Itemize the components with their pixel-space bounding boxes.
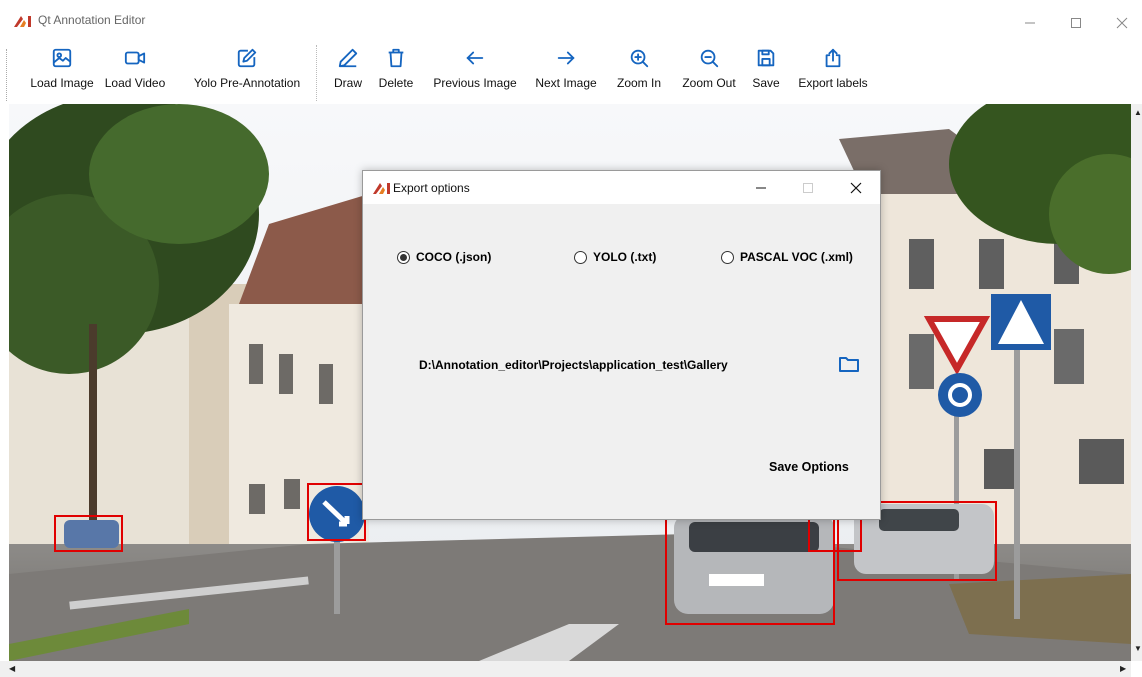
share-export-icon bbox=[825, 48, 841, 68]
next-image-button[interactable]: Next Image bbox=[533, 43, 599, 101]
app-logo-icon bbox=[373, 183, 390, 194]
radio-pascal-voc-label: PASCAL VOC (.xml) bbox=[740, 250, 853, 264]
toolbar-grip[interactable] bbox=[6, 49, 10, 101]
dialog-minimize-button[interactable] bbox=[741, 173, 781, 203]
video-icon bbox=[124, 51, 146, 65]
export-path: D:\Annotation_editor\Projects\applicatio… bbox=[419, 358, 728, 372]
scroll-right-arrow-icon[interactable]: ▶ bbox=[1120, 664, 1126, 673]
edit-square-icon bbox=[237, 48, 257, 68]
vertical-scrollbar[interactable]: ▲ ▼ bbox=[1131, 104, 1142, 661]
close-icon bbox=[850, 182, 862, 194]
maximize-icon bbox=[803, 183, 813, 193]
load-video-label: Load Video bbox=[104, 76, 166, 90]
minimize-icon bbox=[1025, 22, 1035, 24]
yolo-pre-annotation-label: Yolo Pre-Annotation bbox=[193, 76, 301, 90]
radio-button[interactable] bbox=[397, 250, 410, 264]
radio-coco-label: COCO (.json) bbox=[416, 250, 492, 264]
draw-label: Draw bbox=[333, 76, 362, 90]
main-window: Qt Annotation Editor Load Image Load Vid… bbox=[0, 0, 1142, 677]
draw-button[interactable]: Draw bbox=[330, 43, 366, 101]
zoom-in-label: Zoom In bbox=[616, 76, 661, 90]
radio-coco[interactable]: COCO (.json) bbox=[397, 250, 491, 264]
radio-selected-dot bbox=[400, 253, 407, 261]
load-video-button[interactable]: Load Video bbox=[105, 43, 165, 101]
next-image-label: Next Image bbox=[535, 76, 597, 90]
zoom-out-icon bbox=[700, 49, 719, 68]
window-title: Qt Annotation Editor bbox=[38, 13, 146, 27]
scroll-up-arrow-icon[interactable]: ▲ bbox=[1134, 108, 1142, 117]
delete-button[interactable]: Delete bbox=[376, 43, 416, 101]
zoom-in-button[interactable]: Zoom In bbox=[614, 43, 664, 101]
minimize-icon bbox=[756, 187, 766, 189]
scroll-left-arrow-icon[interactable]: ◀ bbox=[9, 664, 15, 673]
radio-yolo[interactable]: YOLO (.txt) bbox=[574, 250, 656, 264]
arrow-left-icon bbox=[466, 51, 484, 65]
previous-image-label: Previous Image bbox=[433, 76, 517, 90]
radio-button[interactable] bbox=[574, 250, 587, 264]
export-options-dialog: Export options COCO (.json) YOLO (.txt) … bbox=[362, 170, 881, 520]
zoom-in-icon bbox=[630, 49, 649, 68]
folder-icon bbox=[839, 357, 859, 372]
pencil-icon bbox=[338, 48, 358, 68]
radio-pascal-voc[interactable]: PASCAL VOC (.xml) bbox=[721, 250, 853, 264]
trash-icon bbox=[388, 48, 404, 68]
zoom-out-button[interactable]: Zoom Out bbox=[678, 43, 740, 101]
arrow-right-icon bbox=[557, 51, 575, 65]
title-bar: Qt Annotation Editor bbox=[0, 0, 1142, 40]
dialog-title-bar: Export options bbox=[363, 171, 880, 204]
radio-yolo-label: YOLO (.txt) bbox=[593, 250, 657, 264]
toolbar-separator bbox=[316, 45, 318, 101]
scroll-down-arrow-icon[interactable]: ▼ bbox=[1134, 644, 1142, 653]
app-logo-icon bbox=[14, 16, 31, 27]
horizontal-scrollbar[interactable]: ◀ ▶ bbox=[0, 661, 1131, 677]
save-options-button[interactable]: Save Options bbox=[769, 460, 849, 474]
dialog-close-button[interactable] bbox=[836, 173, 876, 203]
toolbar: Load Image Load Video Yolo Pre-Annotatio… bbox=[0, 43, 1142, 101]
save-button[interactable]: Save bbox=[750, 43, 782, 101]
floppy-disk-icon bbox=[757, 49, 775, 67]
minimize-button[interactable] bbox=[1010, 8, 1050, 38]
zoom-out-label: Zoom Out bbox=[682, 76, 736, 90]
close-button[interactable] bbox=[1102, 8, 1142, 38]
previous-image-button[interactable]: Previous Image bbox=[431, 43, 519, 101]
browse-folder-button[interactable] bbox=[838, 354, 860, 374]
save-label: Save bbox=[752, 76, 780, 90]
export-labels-label: Export labels bbox=[798, 76, 868, 90]
load-image-button[interactable]: Load Image bbox=[30, 43, 94, 101]
close-icon bbox=[1116, 17, 1128, 29]
maximize-icon bbox=[1071, 18, 1081, 28]
yolo-pre-annotation-button[interactable]: Yolo Pre-Annotation bbox=[189, 43, 305, 101]
load-image-label: Load Image bbox=[30, 76, 94, 90]
radio-button[interactable] bbox=[721, 250, 734, 264]
export-labels-button[interactable]: Export labels bbox=[796, 43, 870, 101]
dialog-maximize-button bbox=[788, 173, 828, 203]
dialog-title: Export options bbox=[393, 181, 470, 195]
maximize-button[interactable] bbox=[1056, 8, 1096, 38]
delete-label: Delete bbox=[378, 76, 414, 90]
image-icon bbox=[52, 48, 72, 68]
